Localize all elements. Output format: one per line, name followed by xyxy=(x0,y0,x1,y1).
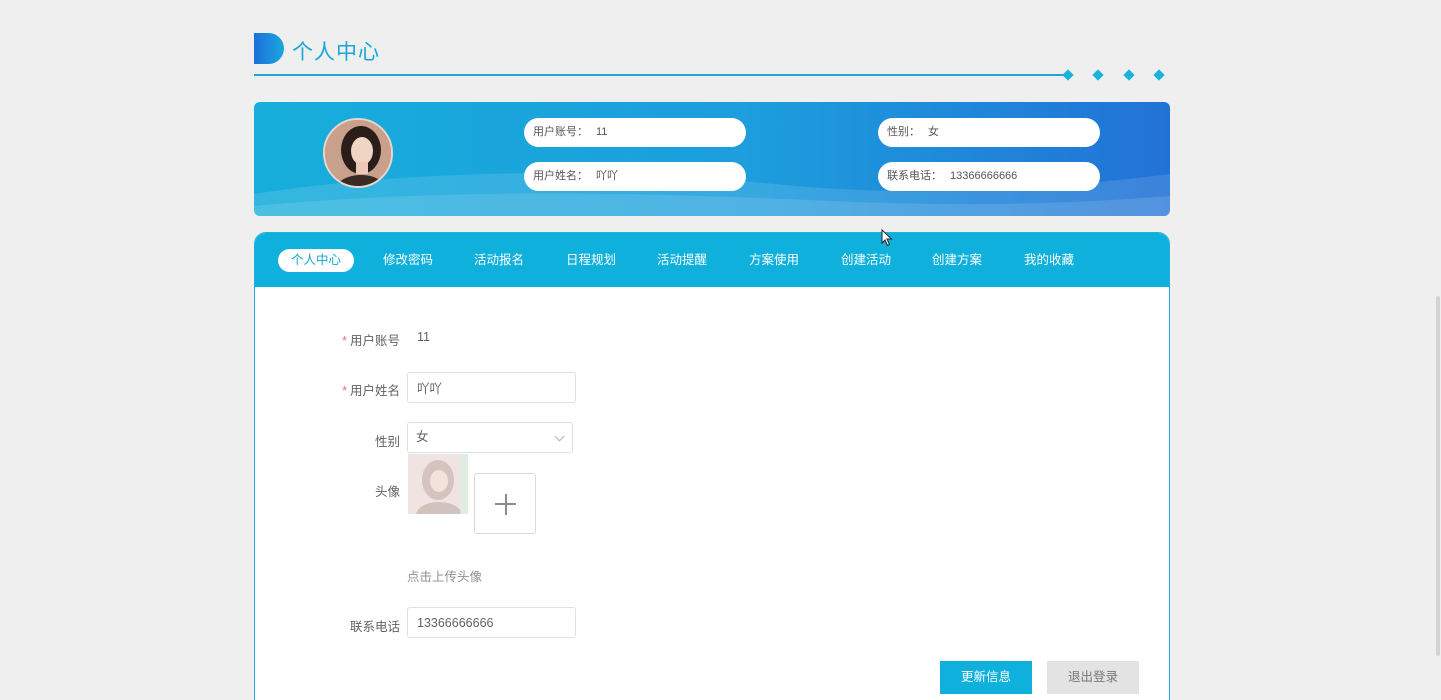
gender-pill-value: 女 xyxy=(928,126,939,138)
avatar xyxy=(323,118,393,188)
header-logo-icon xyxy=(254,33,284,64)
avatar-upload-button[interactable] xyxy=(474,473,536,534)
main-panel: 个人中心 修改密码 活动报名 日程规划 活动提醒 方案使用 创建活动 创建方案 … xyxy=(254,232,1170,700)
diamond-icon xyxy=(1123,69,1135,81)
account-pill-value: 11 xyxy=(596,126,608,138)
profile-banner: 用户账号： 11 用户姓名： 吖吖 性别： 女 联系电话： 13366666666 xyxy=(254,102,1170,216)
tab-bar: 个人中心 修改密码 活动报名 日程规划 活动提醒 方案使用 创建活动 创建方案 … xyxy=(255,233,1169,287)
tab-activity-reminder[interactable]: 活动提醒 xyxy=(657,249,707,272)
page-title: 个人中心 xyxy=(292,41,380,64)
logout-button[interactable]: 退出登录 xyxy=(1047,661,1139,694)
tab-create-plan[interactable]: 创建方案 xyxy=(932,249,982,272)
name-input[interactable] xyxy=(407,372,576,403)
mouse-cursor-icon xyxy=(881,229,893,247)
upload-tip: 点击上传头像 xyxy=(407,570,483,584)
phone-pill-value: 13366666666 xyxy=(950,170,1018,182)
tab-change-password[interactable]: 修改密码 xyxy=(383,249,433,272)
tab-my-favorites[interactable]: 我的收藏 xyxy=(1024,249,1074,272)
header-divider xyxy=(254,74,1066,76)
scrollbar[interactable] xyxy=(1436,296,1440,656)
phone-label: 联系电话 xyxy=(349,620,400,634)
tab-schedule[interactable]: 日程规划 xyxy=(566,249,616,272)
account-label: * 用户账号 xyxy=(342,334,400,348)
account-pill-label: 用户账号： xyxy=(533,126,588,138)
avatar-label: 头像 xyxy=(374,485,400,499)
phone-pill: 联系电话： 13366666666 xyxy=(878,162,1100,191)
gender-select-value: 女 xyxy=(416,430,429,444)
required-mark: * xyxy=(342,384,347,398)
name-pill-value: 吖吖 xyxy=(596,170,618,182)
account-pill: 用户账号： 11 xyxy=(524,118,746,147)
gender-label: 性别 xyxy=(374,435,400,449)
avatar-thumbnail xyxy=(408,454,468,514)
diamond-icon xyxy=(1092,69,1104,81)
gender-pill: 性别： 女 xyxy=(878,118,1100,147)
name-label: * 用户姓名 xyxy=(342,384,400,398)
tab-activity-signup[interactable]: 活动报名 xyxy=(474,249,524,272)
update-info-button[interactable]: 更新信息 xyxy=(940,661,1032,694)
name-pill-label: 用户姓名： xyxy=(533,170,588,182)
chevron-down-icon xyxy=(554,431,565,442)
gender-pill-label: 性别： xyxy=(887,126,920,138)
account-value: 11 xyxy=(417,330,430,344)
tab-plan-usage[interactable]: 方案使用 xyxy=(749,249,799,272)
tab-create-activity[interactable]: 创建活动 xyxy=(841,249,891,272)
phone-pill-label: 联系电话： xyxy=(887,170,942,182)
diamond-icon xyxy=(1062,69,1074,81)
diamond-icon xyxy=(1153,69,1165,81)
name-pill: 用户姓名： 吖吖 xyxy=(524,162,746,191)
gender-select[interactable]: 女 xyxy=(407,422,573,453)
tab-personal-center[interactable]: 个人中心 xyxy=(278,249,354,272)
page-header: 个人中心 xyxy=(254,30,1170,81)
required-mark: * xyxy=(342,334,347,348)
phone-input[interactable] xyxy=(407,607,576,638)
